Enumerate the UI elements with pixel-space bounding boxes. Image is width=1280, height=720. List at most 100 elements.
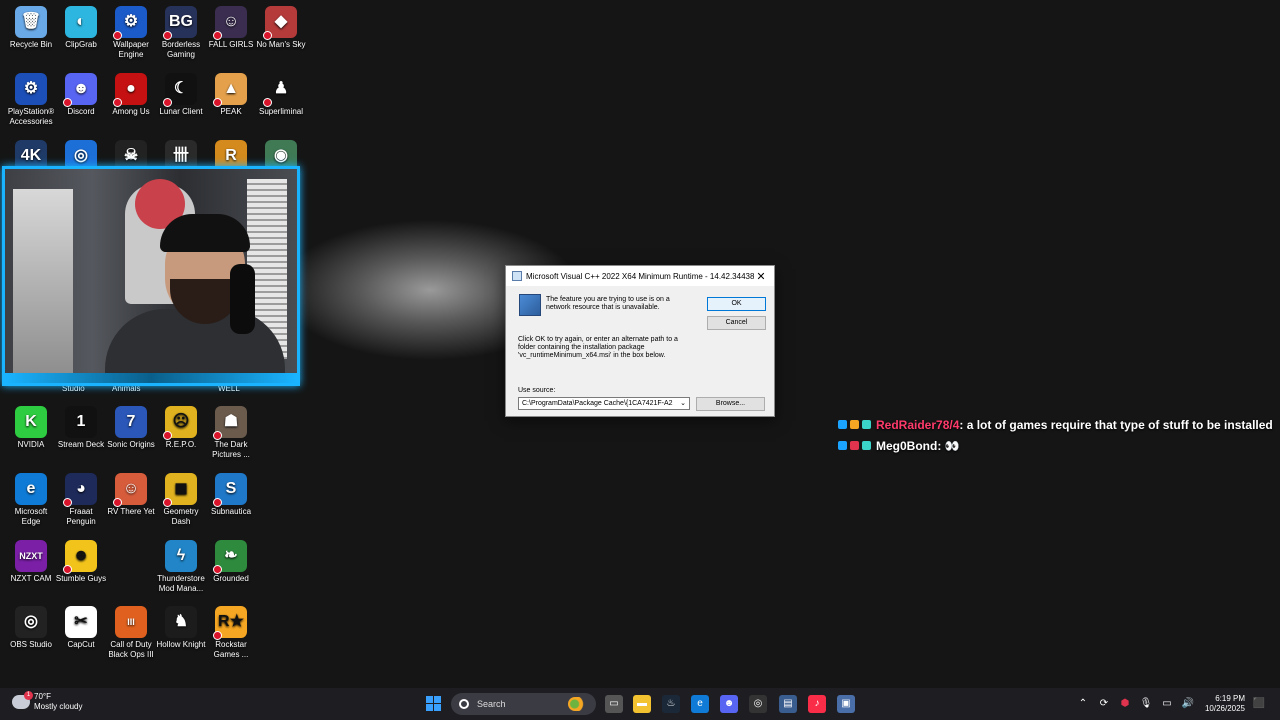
installer-error-dialog: Microsoft Visual C++ 2022 X64 Minimum Ru… <box>505 265 775 417</box>
volume-icon[interactable]: 🔊 <box>1181 697 1195 711</box>
capcut-icon: ✂ <box>65 606 97 638</box>
clipgrab-shortcut[interactable]: ◐ ClipGrab <box>55 6 107 50</box>
repo-shortcut[interactable]: ☹ R.E.P.O. <box>155 406 207 450</box>
playstation-accessories-shortcut[interactable]: ⚙ PlayStation® Accessories <box>5 73 57 127</box>
call-of-duty-shortcut[interactable]: III Call of Duty Black Ops III <box>105 606 157 660</box>
taskbar-app-icon[interactable]: ▤ <box>779 695 797 713</box>
task-view-icon[interactable]: ▭ <box>605 695 623 713</box>
use-source-combobox[interactable]: C:\ProgramData\Package Cache\{1CA7421F-A… <box>518 397 690 410</box>
among-us-shortcut[interactable]: ● Among Us <box>105 73 157 117</box>
start-button[interactable] <box>426 696 441 711</box>
rv-there-yet-icon: ☺ <box>113 473 147 507</box>
no-mans-sky-icon: ◆ <box>263 6 297 40</box>
file-explorer-icon[interactable]: ▬ <box>633 695 651 713</box>
recycle-bin-shortcut[interactable]: 🗑 Recycle Bin <box>5 6 57 50</box>
installer-taskbar-icon[interactable]: ▣ <box>837 695 855 713</box>
error-overlay-icon <box>213 631 222 640</box>
badge-icon <box>862 441 871 450</box>
desktop-icon-label: Call of Duty Black Ops III <box>108 640 154 659</box>
lunar-client-icon: ☾ <box>163 73 197 107</box>
clock-time: 6:19 PM <box>1215 694 1245 703</box>
network-icon[interactable]: ▭ <box>1160 697 1174 711</box>
error-overlay-icon <box>213 31 222 40</box>
stumble-guys-icon: ☻ <box>63 540 97 574</box>
desktop-icon-label: PlayStation® Accessories <box>7 107 55 126</box>
nvidia-shortcut[interactable]: K NVIDIA <box>5 406 57 450</box>
discord-taskbar-icon[interactable]: ☻ <box>720 695 738 713</box>
desktop-icon-label: NZXT CAM <box>10 574 52 583</box>
fall-girls-shortcut[interactable]: ☺ FALL GIRLS <box>205 6 257 50</box>
weather-widget[interactable]: 1 70°F Mostly cloudy <box>12 691 83 712</box>
discord-shortcut[interactable]: ☻ Discord <box>55 73 107 117</box>
desktop-icon-label: Subnautica <box>210 507 252 516</box>
stream-deck-shortcut[interactable]: 1 Stream Deck <box>55 406 107 450</box>
weather-desc: Mostly cloudy <box>34 702 83 711</box>
thunderstore-shortcut[interactable]: ϟ Thunderstore Mod Mana... <box>155 540 207 594</box>
the-dark-pictures-shortcut[interactable]: ☗ The Dark Pictures ... <box>205 406 257 460</box>
borderless-gaming-shortcut[interactable]: BG Borderless Gaming <box>155 6 207 60</box>
thunderstore-icon: ϟ <box>165 540 197 572</box>
edge-taskbar-icon[interactable]: e <box>691 695 709 713</box>
sync-icon[interactable]: ⟳ <box>1097 697 1111 711</box>
close-icon[interactable]: ✕ <box>754 270 768 283</box>
desktop-icon-label: Recycle Bin <box>9 40 53 49</box>
chat-username[interactable]: RedRaider78/4 <box>876 418 959 432</box>
badge-icon <box>850 441 859 450</box>
taskbar: 1 70°F Mostly cloudy Search ▭ ▬ ♨ e ☻ ◎ ▤ ♪ ▣ ⌃ … <box>0 688 1280 720</box>
nzxt-cam-icon: NZXT <box>15 540 47 572</box>
no-mans-sky-shortcut[interactable]: ◆ No Man's Sky <box>255 6 307 50</box>
microphone-icon[interactable]: 🎙 <box>1139 697 1153 711</box>
desktop-icon-label: Geometry Dash <box>163 507 199 526</box>
rv-there-yet-shortcut[interactable]: ☺ RV There Yet <box>105 473 157 517</box>
windows-logo-icon <box>426 704 433 711</box>
taskbar-clock[interactable]: 6:19 PM 10/26/2025 <box>1205 694 1245 714</box>
ok-button[interactable]: OK <box>707 297 766 311</box>
geometry-dash-shortcut[interactable]: ◼ Geometry Dash <box>155 473 207 527</box>
obs-studio-shortcut[interactable]: ◎ OBS Studio <box>5 606 57 650</box>
subnautica-shortcut[interactable]: S Subnautica <box>205 473 257 517</box>
notification-bell-icon[interactable]: ⬛ <box>1252 697 1266 711</box>
chevron-up-icon[interactable]: ⌃ <box>1076 697 1090 711</box>
taskbar-search-box[interactable]: Search <box>451 693 596 715</box>
error-overlay-icon <box>113 31 122 40</box>
cancel-button[interactable]: Cancel <box>707 316 766 330</box>
dialog-titlebar[interactable]: Microsoft Visual C++ 2022 X64 Minimum Ru… <box>506 266 774 286</box>
fraaat-penguin-shortcut[interactable]: ◕ Fraaat Penguin <box>55 473 107 527</box>
search-highlight-icon <box>568 697 590 711</box>
itunes-icon[interactable]: ♪ <box>808 695 826 713</box>
hollow-knight-shortcut[interactable]: ♞ Hollow Knight <box>155 606 207 650</box>
stumble-guys-shortcut[interactable]: ☻ Stumble Guys <box>55 540 107 584</box>
desktop-icon-label: Superliminal <box>258 107 304 116</box>
lunar-client-shortcut[interactable]: ☾ Lunar Client <box>155 73 207 117</box>
desktop-icon-label: R.E.P.O. <box>165 440 197 449</box>
peak-shortcut[interactable]: ▲ PEAK <box>205 73 257 117</box>
desktop-icon-label: Microsoft Edge <box>14 507 48 526</box>
capcut-shortcut[interactable]: ✂ CapCut <box>55 606 107 650</box>
system-tray: ⌃ ⟳ ⬢ 🎙 ▭ 🔊 6:19 PM 10/26/2025 ⬛ <box>1069 688 1266 720</box>
error-overlay-icon <box>213 498 222 507</box>
rockstar-games-shortcut[interactable]: R★ Rockstar Games ... <box>205 606 257 660</box>
steam-icon[interactable]: ♨ <box>662 695 680 713</box>
desktop-icon-label: Wallpaper Engine <box>113 40 149 59</box>
browse-button[interactable]: Browse... <box>696 397 765 411</box>
use-source-label: Use source: <box>518 387 556 394</box>
grounded-shortcut[interactable]: ❧ Grounded <box>205 540 257 584</box>
badge-icon <box>862 420 871 429</box>
error-overlay-icon <box>163 31 172 40</box>
superliminal-shortcut[interactable]: ♟ Superliminal <box>255 73 307 117</box>
chevron-down-icon[interactable]: ⌄ <box>680 398 686 409</box>
stream-deck-icon: 1 <box>65 406 97 438</box>
tray-app-icon[interactable]: ⬢ <box>1118 697 1132 711</box>
nvidia-icon: K <box>15 406 47 438</box>
sonic-origins-shortcut[interactable]: 7 Sonic Origins <box>105 406 157 450</box>
chat-text: : 👀 <box>937 438 960 453</box>
fraaat-penguin-icon: ◕ <box>63 473 97 507</box>
chat-username[interactable]: Meg0Bond <box>876 439 937 453</box>
obs-taskbar-icon[interactable]: ◎ <box>749 695 767 713</box>
search-placeholder: Search <box>477 699 506 709</box>
nzxt-cam-shortcut[interactable]: NZXT NZXT CAM <box>5 540 57 584</box>
microsoft-edge-shortcut[interactable]: e Microsoft Edge <box>5 473 57 527</box>
error-overlay-icon <box>213 431 222 440</box>
the-dark-pictures-icon: ☗ <box>213 406 247 440</box>
wallpaper-engine-shortcut[interactable]: ⚙ Wallpaper Engine <box>105 6 157 60</box>
